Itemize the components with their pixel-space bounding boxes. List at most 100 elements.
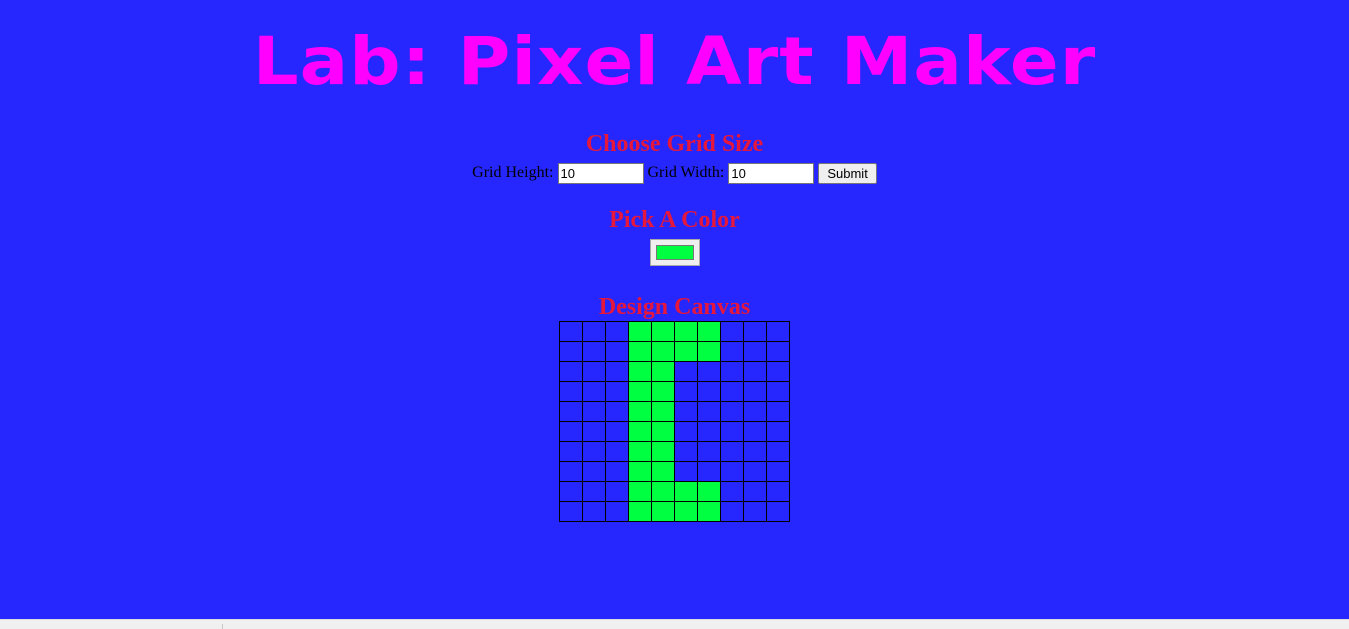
- canvas-cell[interactable]: [743, 341, 767, 362]
- canvas-cell[interactable]: [628, 481, 652, 502]
- canvas-cell[interactable]: [697, 381, 721, 402]
- canvas-cell[interactable]: [766, 501, 790, 522]
- canvas-cell[interactable]: [651, 461, 675, 482]
- canvas-cell[interactable]: [605, 421, 629, 442]
- canvas-cell[interactable]: [605, 341, 629, 362]
- canvas-cell[interactable]: [651, 441, 675, 462]
- canvas-cell[interactable]: [651, 421, 675, 442]
- submit-button[interactable]: Submit: [818, 163, 877, 184]
- canvas-cell[interactable]: [582, 461, 606, 482]
- canvas-cell[interactable]: [651, 401, 675, 422]
- color-picker[interactable]: [649, 239, 700, 266]
- canvas-cell[interactable]: [559, 381, 583, 402]
- canvas-cell[interactable]: [559, 441, 583, 462]
- canvas-cell[interactable]: [651, 321, 675, 342]
- canvas-cell[interactable]: [605, 461, 629, 482]
- canvas-cell[interactable]: [720, 461, 744, 482]
- canvas-cell[interactable]: [697, 321, 721, 342]
- canvas-cell[interactable]: [651, 501, 675, 522]
- canvas-cell[interactable]: [766, 461, 790, 482]
- canvas-cell[interactable]: [651, 341, 675, 362]
- canvas-cell[interactable]: [720, 421, 744, 442]
- canvas-cell[interactable]: [766, 321, 790, 342]
- canvas-cell[interactable]: [674, 421, 698, 442]
- canvas-cell[interactable]: [674, 341, 698, 362]
- canvas-cell[interactable]: [674, 481, 698, 502]
- canvas-cell[interactable]: [674, 441, 698, 462]
- canvas-cell[interactable]: [559, 401, 583, 422]
- canvas-cell[interactable]: [651, 381, 675, 402]
- canvas-cell[interactable]: [743, 361, 767, 382]
- grid-width-input[interactable]: [728, 163, 815, 184]
- canvas-cell[interactable]: [720, 501, 744, 522]
- canvas-cell[interactable]: [582, 381, 606, 402]
- canvas-cell[interactable]: [743, 461, 767, 482]
- canvas-cell[interactable]: [605, 501, 629, 522]
- canvas-cell[interactable]: [605, 401, 629, 422]
- canvas-cell[interactable]: [605, 321, 629, 342]
- canvas-cell[interactable]: [628, 501, 652, 522]
- canvas-cell[interactable]: [697, 421, 721, 442]
- canvas-cell[interactable]: [743, 481, 767, 502]
- canvas-cell[interactable]: [743, 381, 767, 402]
- canvas-cell[interactable]: [766, 401, 790, 422]
- canvas-cell[interactable]: [605, 361, 629, 382]
- canvas-cell[interactable]: [766, 441, 790, 462]
- canvas-cell[interactable]: [743, 501, 767, 522]
- canvas-cell[interactable]: [674, 401, 698, 422]
- canvas-cell[interactable]: [628, 341, 652, 362]
- canvas-cell[interactable]: [582, 481, 606, 502]
- canvas-cell[interactable]: [674, 501, 698, 522]
- canvas-cell[interactable]: [697, 361, 721, 382]
- canvas-cell[interactable]: [559, 361, 583, 382]
- canvas-cell[interactable]: [605, 481, 629, 502]
- canvas-cell[interactable]: [766, 341, 790, 362]
- canvas-cell[interactable]: [743, 421, 767, 442]
- canvas-cell[interactable]: [766, 421, 790, 442]
- canvas-cell[interactable]: [559, 421, 583, 442]
- canvas-cell[interactable]: [651, 481, 675, 502]
- canvas-cell[interactable]: [605, 381, 629, 402]
- canvas-cell[interactable]: [674, 461, 698, 482]
- canvas-cell[interactable]: [628, 421, 652, 442]
- canvas-cell[interactable]: [582, 401, 606, 422]
- canvas-cell[interactable]: [628, 441, 652, 462]
- canvas-cell[interactable]: [674, 361, 698, 382]
- canvas-cell[interactable]: [697, 481, 721, 502]
- canvas-cell[interactable]: [720, 401, 744, 422]
- canvas-cell[interactable]: [766, 361, 790, 382]
- grid-height-input[interactable]: [557, 163, 644, 184]
- canvas-cell[interactable]: [582, 441, 606, 462]
- canvas-cell[interactable]: [559, 321, 583, 342]
- canvas-cell[interactable]: [582, 361, 606, 382]
- canvas-cell[interactable]: [720, 481, 744, 502]
- canvas-cell[interactable]: [697, 341, 721, 362]
- canvas-cell[interactable]: [559, 481, 583, 502]
- canvas-cell[interactable]: [651, 361, 675, 382]
- canvas-cell[interactable]: [697, 501, 721, 522]
- canvas-cell[interactable]: [697, 401, 721, 422]
- canvas-cell[interactable]: [743, 401, 767, 422]
- canvas-cell[interactable]: [605, 441, 629, 462]
- canvas-cell[interactable]: [720, 381, 744, 402]
- canvas-cell[interactable]: [559, 461, 583, 482]
- canvas-cell[interactable]: [628, 461, 652, 482]
- canvas-cell[interactable]: [582, 321, 606, 342]
- canvas-cell[interactable]: [720, 441, 744, 462]
- canvas-cell[interactable]: [697, 461, 721, 482]
- canvas-cell[interactable]: [559, 501, 583, 522]
- canvas-cell[interactable]: [766, 481, 790, 502]
- canvas-cell[interactable]: [628, 381, 652, 402]
- canvas-cell[interactable]: [628, 401, 652, 422]
- canvas-cell[interactable]: [674, 381, 698, 402]
- canvas-cell[interactable]: [720, 321, 744, 342]
- canvas-cell[interactable]: [628, 321, 652, 342]
- canvas-cell[interactable]: [743, 441, 767, 462]
- canvas-cell[interactable]: [766, 381, 790, 402]
- canvas-cell[interactable]: [743, 321, 767, 342]
- canvas-cell[interactable]: [674, 321, 698, 342]
- canvas-cell[interactable]: [697, 441, 721, 462]
- canvas-cell[interactable]: [628, 361, 652, 382]
- canvas-cell[interactable]: [582, 501, 606, 522]
- canvas-cell[interactable]: [720, 361, 744, 382]
